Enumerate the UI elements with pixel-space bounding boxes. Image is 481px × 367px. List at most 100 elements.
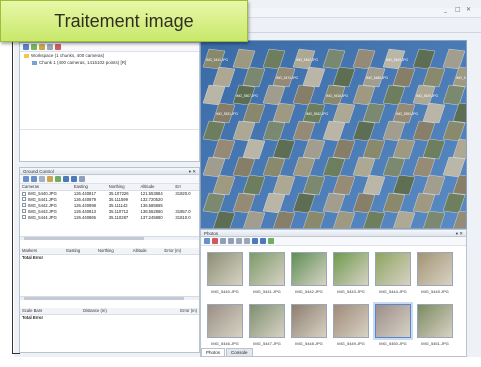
workspace-root[interactable]: Workspace (1 chunks, 400 cameras): [20, 52, 199, 59]
view-estimated-icon[interactable]: [71, 176, 77, 182]
camera-checkbox[interactable]: [22, 203, 26, 208]
add-chunk-icon[interactable]: [23, 44, 29, 50]
photos-toolbar: [201, 237, 466, 246]
title-callout: Traitement image: [0, 0, 248, 42]
import-icon[interactable]: [39, 44, 45, 50]
photos-pane: Photos ▾ ✕ IMG_5440.JPG IMG_5441.JPG IMG_5…: [200, 229, 467, 357]
add-photo-icon[interactable]: [204, 238, 210, 244]
camera-name: IMG_5443.JPG: [28, 208, 57, 214]
camera-name: IMG_5440.JPG: [28, 190, 57, 196]
scroll-thumb[interactable]: [24, 237, 144, 240]
markers-table: Markers Easting Northing Altitude Error …: [20, 248, 199, 260]
minimize-icon[interactable]: _: [444, 6, 447, 13]
photo-label: IMG_5443.JPG: [337, 289, 365, 294]
photo-thumbnail[interactable]: [291, 252, 327, 286]
rotate-right-icon[interactable]: [228, 238, 234, 244]
workspace-pane: Workspace (1 chunks, 400 cameras) Chunk …: [19, 42, 200, 162]
photo-thumbnail[interactable]: [375, 304, 411, 338]
view-details-icon[interactable]: [260, 238, 266, 244]
pin-icon[interactable]: ▾ ✕: [189, 168, 196, 175]
edit-icon[interactable]: [47, 176, 53, 182]
bottom-tabs: Photos Console: [201, 348, 254, 356]
camera-name: IMG_5444.JPG: [28, 214, 57, 220]
photo-label: IMG_5445.JPG: [421, 289, 449, 294]
camera-label: IMG_5518.JPG: [326, 94, 348, 98]
remove-icon[interactable]: [55, 44, 61, 50]
camera-checkbox[interactable]: [22, 215, 26, 220]
camera-checkbox[interactable]: [22, 209, 26, 214]
camera-checkbox[interactable]: [22, 191, 26, 196]
photos-header: Photos ▾ ✕: [201, 230, 466, 237]
close-icon[interactable]: ✕: [466, 6, 471, 13]
camera-checkbox[interactable]: [22, 197, 26, 202]
ground-control-header: Ground Control ▾ ✕: [20, 168, 199, 175]
view-errors-icon[interactable]: [79, 176, 85, 182]
camera-label: IMG_5474.JPG: [276, 76, 298, 80]
cameras-scrollbar[interactable]: [20, 236, 199, 240]
photo-label: IMG_5448.JPG: [295, 341, 323, 346]
chunk-label: Chunk 1 (400 cameras, 1415102 points) [R…: [39, 60, 127, 65]
maximize-icon[interactable]: □: [455, 6, 461, 13]
photo-thumbnail[interactable]: [417, 304, 453, 338]
rotate-left-icon[interactable]: [220, 238, 226, 244]
scale-total-label: Total Error: [22, 314, 44, 320]
tab-photos[interactable]: Photos: [201, 348, 226, 356]
photo-label: IMG_5440.JPG: [211, 289, 239, 294]
photo-thumbnail[interactable]: [249, 304, 285, 338]
photo-thumbnail[interactable]: [207, 304, 243, 338]
camera-label: IMG_5529.JPG: [416, 94, 438, 98]
photo-thumbnail[interactable]: [417, 252, 453, 286]
photo-thumbnail[interactable]: [333, 304, 369, 338]
zoom-out-icon[interactable]: [244, 238, 250, 244]
photo-label: IMG_5441.JPG: [253, 289, 281, 294]
import-gcp-icon[interactable]: [23, 176, 29, 182]
folder-icon: [24, 53, 29, 58]
tab-console[interactable]: Console: [226, 348, 253, 356]
settings-icon[interactable]: [39, 176, 45, 182]
scale-total-row: Total Error: [20, 314, 199, 320]
camera-label: IMG_5553.JPG: [396, 112, 418, 116]
camera-name: IMG_5441.JPG: [28, 196, 57, 202]
table-cell: 31810.0: [175, 214, 191, 220]
zoom-in-icon[interactable]: [236, 238, 242, 244]
photo-thumbnail[interactable]: [249, 252, 285, 286]
ground-control-title: Ground Control: [23, 169, 54, 174]
photo-thumbnail[interactable]: [333, 252, 369, 286]
photo-thumbnail[interactable]: [291, 304, 327, 338]
camera-label: IMG_5496.JPG: [456, 76, 467, 80]
view-source-icon[interactable]: [63, 176, 69, 182]
update-icon[interactable]: [55, 176, 61, 182]
camera-label: IMG_5452.JPG: [296, 58, 318, 62]
bracket-line: [12, 40, 13, 354]
markers-scrollbar[interactable]: [20, 296, 199, 300]
export-gcp-icon[interactable]: [31, 176, 37, 182]
table-cell: 35.110287: [108, 214, 129, 220]
photo-thumbnail[interactable]: [375, 252, 411, 286]
remove-photo-icon[interactable]: [212, 238, 218, 244]
markers-total-label: Total Error: [22, 254, 44, 260]
add-photos-icon[interactable]: [31, 44, 37, 50]
markers-total-row: Total Error: [20, 254, 199, 260]
enable-icon[interactable]: [268, 238, 274, 244]
camera-label: IMG_5542.JPG: [306, 112, 328, 116]
ground-control-toolbar: [20, 175, 199, 184]
divider: [20, 129, 199, 130]
settings-icon[interactable]: [47, 44, 53, 50]
scale-bars-table: Scale Bars Distance (m) Error (m) Total …: [20, 308, 199, 320]
workspace-root-label: Workspace (1 chunks, 400 cameras): [31, 53, 105, 58]
chunk-icon: [32, 60, 37, 65]
pin-icon[interactable]: ▾ ✕: [456, 230, 463, 237]
scroll-thumb[interactable]: [24, 297, 184, 300]
table-cell: 126.440865: [73, 214, 97, 220]
photo-label: IMG_5442.JPG: [295, 289, 323, 294]
view-large-icon[interactable]: [252, 238, 258, 244]
photo-label: IMG_5446.JPG: [211, 341, 239, 346]
photo-thumbnail[interactable]: [207, 252, 243, 286]
chunk-item[interactable]: Chunk 1 (400 cameras, 1415102 points) [R…: [20, 59, 199, 66]
model-viewport[interactable]: IMG_5441.JPG IMG_5452.JPG IMG_5463.JPG IMG_…: [200, 40, 467, 229]
ground-control-pane: Ground Control ▾ ✕ Cameras Easting North…: [19, 167, 200, 353]
table-row[interactable]: IMG_5444.JPG 126.440865 35.110287 137.24588…: [20, 214, 199, 220]
camera-name: IMG_5442.JPG: [28, 202, 57, 208]
camera-label: IMG_5531.JPG: [216, 112, 238, 116]
callout-title: Traitement image: [54, 10, 194, 31]
